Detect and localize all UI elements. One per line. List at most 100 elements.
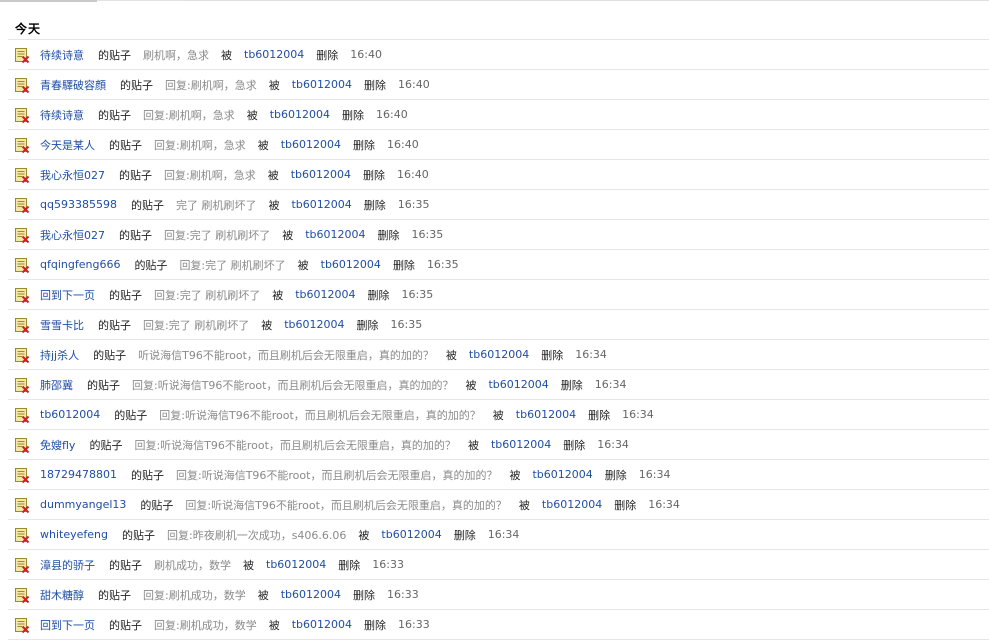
post-title: 回复:昨夜刷机一次成功，s406.6.06 bbox=[166, 528, 347, 542]
action-label: 删除 bbox=[353, 138, 376, 152]
action-label: 删除 bbox=[604, 468, 627, 482]
author-link[interactable]: 肺邵冀 bbox=[40, 377, 73, 393]
deleted-post-icon bbox=[14, 77, 30, 93]
by-label: 被 bbox=[257, 138, 269, 152]
post-title: 回复:听说海信T96不能root，而且刷机后会无限重启，真的加的？ bbox=[132, 378, 454, 392]
log-row: qq593385598 的贴子 完了 刷机刷坏了 被 tb6012004 删除 … bbox=[8, 190, 989, 220]
by-label: 被 bbox=[261, 318, 273, 332]
post-of-label: 的贴子 bbox=[98, 588, 131, 602]
deleted-post-icon bbox=[14, 197, 30, 213]
action-label: 删除 bbox=[364, 618, 387, 632]
deleted-post-icon bbox=[14, 377, 30, 393]
timestamp: 16:35 bbox=[390, 318, 423, 331]
post-title: 刷机啊，急求 bbox=[143, 48, 209, 62]
post-title: 完了 刷机刷坏了 bbox=[175, 198, 257, 212]
action-label: 删除 bbox=[367, 288, 390, 302]
timestamp: 16:34 bbox=[648, 498, 680, 511]
timestamp: 16:40 bbox=[397, 168, 429, 181]
operator-link[interactable]: tb6012004 bbox=[488, 378, 548, 391]
operator-link[interactable]: tb6012004 bbox=[469, 348, 529, 361]
author-link[interactable]: 雪雪卡比 bbox=[40, 317, 84, 333]
post-of-label: 的贴子 bbox=[130, 468, 164, 482]
action-label: 删除 bbox=[563, 438, 586, 452]
tab-indicator bbox=[0, 0, 97, 2]
log-row: 回到下一页 的贴子 回复:完了 刷机刷坏了 被 tb6012004 删除 16:… bbox=[8, 280, 989, 310]
operator-link[interactable]: tb6012004 bbox=[281, 138, 341, 151]
operator-link[interactable]: tb6012004 bbox=[542, 498, 602, 511]
author-link[interactable]: dummyangel13 bbox=[40, 498, 126, 511]
post-of-label: 的贴子 bbox=[140, 498, 174, 512]
author-link[interactable]: 18729478801 bbox=[40, 468, 117, 481]
operator-link[interactable]: tb6012004 bbox=[244, 48, 304, 61]
action-label: 删除 bbox=[353, 588, 376, 602]
log-row: 青春驛破容顔 的贴子 回复:刷机啊，急求 被 tb6012004 删除 16:4… bbox=[8, 70, 989, 100]
author-link[interactable]: tb6012004 bbox=[40, 408, 100, 421]
post-of-label: 的贴子 bbox=[119, 228, 152, 242]
operator-link[interactable]: tb6012004 bbox=[516, 408, 576, 421]
author-link[interactable]: 今天是某人 bbox=[40, 137, 95, 153]
deleted-post-icon bbox=[14, 257, 30, 273]
action-label: 删除 bbox=[614, 498, 637, 512]
timestamp: 16:34 bbox=[597, 438, 629, 451]
author-link[interactable]: 持jj杀人 bbox=[40, 347, 79, 363]
author-link[interactable]: qfqingfeng666 bbox=[40, 258, 120, 271]
author-link[interactable]: 我心永恒027 bbox=[40, 167, 105, 183]
author-link[interactable]: 甜木糖醇 bbox=[40, 587, 84, 603]
operator-link[interactable]: tb6012004 bbox=[292, 618, 352, 631]
operator-link[interactable]: tb6012004 bbox=[491, 438, 551, 451]
action-label: 删除 bbox=[316, 48, 339, 62]
by-label: 被 bbox=[272, 288, 284, 302]
author-link[interactable]: 回到下一页 bbox=[40, 287, 95, 303]
author-link[interactable]: 漳县的骄子 bbox=[40, 557, 95, 573]
author-link[interactable]: 待续诗意 bbox=[40, 47, 84, 63]
operator-link[interactable]: tb6012004 bbox=[381, 528, 441, 541]
deleted-post-icon bbox=[14, 347, 30, 363]
deleted-post-icon bbox=[14, 167, 30, 183]
author-link[interactable]: 免嫂fly bbox=[40, 437, 75, 453]
post-of-label: 的贴子 bbox=[98, 48, 131, 62]
post-title: 回复:完了 刷机刷坏了 bbox=[179, 258, 286, 272]
timestamp: 16:34 bbox=[487, 528, 520, 541]
operator-link[interactable]: tb6012004 bbox=[305, 228, 365, 241]
operator-link[interactable]: tb6012004 bbox=[284, 318, 344, 331]
operator-link[interactable]: tb6012004 bbox=[291, 198, 351, 211]
operator-link[interactable]: tb6012004 bbox=[270, 108, 330, 121]
post-title: 回复:刷机成功，数学 bbox=[154, 618, 257, 632]
deleted-post-icon bbox=[14, 137, 30, 153]
author-link[interactable]: whiteyefeng bbox=[40, 528, 108, 541]
operator-link[interactable]: tb6012004 bbox=[292, 78, 352, 91]
log-row: 我心永恒027 的贴子 回复:完了 刷机刷坏了 被 tb6012004 删除 1… bbox=[8, 220, 989, 250]
operator-link[interactable]: tb6012004 bbox=[295, 288, 355, 301]
log-row: 我心永恒027 的贴子 回复:刷机啊，急求 被 tb6012004 删除 16:… bbox=[8, 160, 989, 190]
by-label: 被 bbox=[257, 588, 269, 602]
action-label: 删除 bbox=[364, 78, 387, 92]
timestamp: 16:40 bbox=[350, 48, 382, 61]
post-title: 回复:刷机啊，急求 bbox=[143, 108, 235, 122]
post-of-label: 的贴子 bbox=[98, 318, 131, 332]
section-title-today: 今天 bbox=[15, 22, 42, 36]
by-label: 被 bbox=[445, 348, 457, 362]
author-link[interactable]: 我心永恒027 bbox=[40, 227, 105, 243]
author-link[interactable]: 待续诗意 bbox=[40, 107, 84, 123]
deleted-post-icon bbox=[14, 287, 30, 303]
log-row: 雪雪卡比 的贴子 回复:完了 刷机刷坏了 被 tb6012004 删除 16:3… bbox=[8, 310, 989, 340]
operator-link[interactable]: tb6012004 bbox=[266, 558, 326, 571]
post-title: 回复:完了 刷机刷坏了 bbox=[143, 318, 250, 332]
author-link[interactable]: 回到下一页 bbox=[40, 617, 95, 633]
deleted-post-icon bbox=[14, 47, 30, 63]
by-label: 被 bbox=[221, 48, 232, 62]
log-row: 今天是某人 的贴子 回复:刷机啊，急求 被 tb6012004 删除 16:40 bbox=[8, 130, 989, 160]
by-label: 被 bbox=[509, 468, 521, 482]
by-label: 被 bbox=[518, 498, 530, 512]
author-link[interactable]: qq593385598 bbox=[40, 198, 117, 211]
author-link[interactable]: 青春驛破容顔 bbox=[40, 77, 106, 93]
by-label: 被 bbox=[467, 438, 479, 452]
timestamp: 16:33 bbox=[387, 588, 419, 601]
by-label: 被 bbox=[358, 528, 370, 542]
operator-link[interactable]: tb6012004 bbox=[281, 588, 341, 601]
operator-link[interactable]: tb6012004 bbox=[532, 468, 592, 481]
operator-link[interactable]: tb6012004 bbox=[291, 168, 351, 181]
action-label: 删除 bbox=[342, 108, 365, 122]
operator-link[interactable]: tb6012004 bbox=[321, 258, 381, 271]
by-label: 被 bbox=[268, 618, 280, 632]
